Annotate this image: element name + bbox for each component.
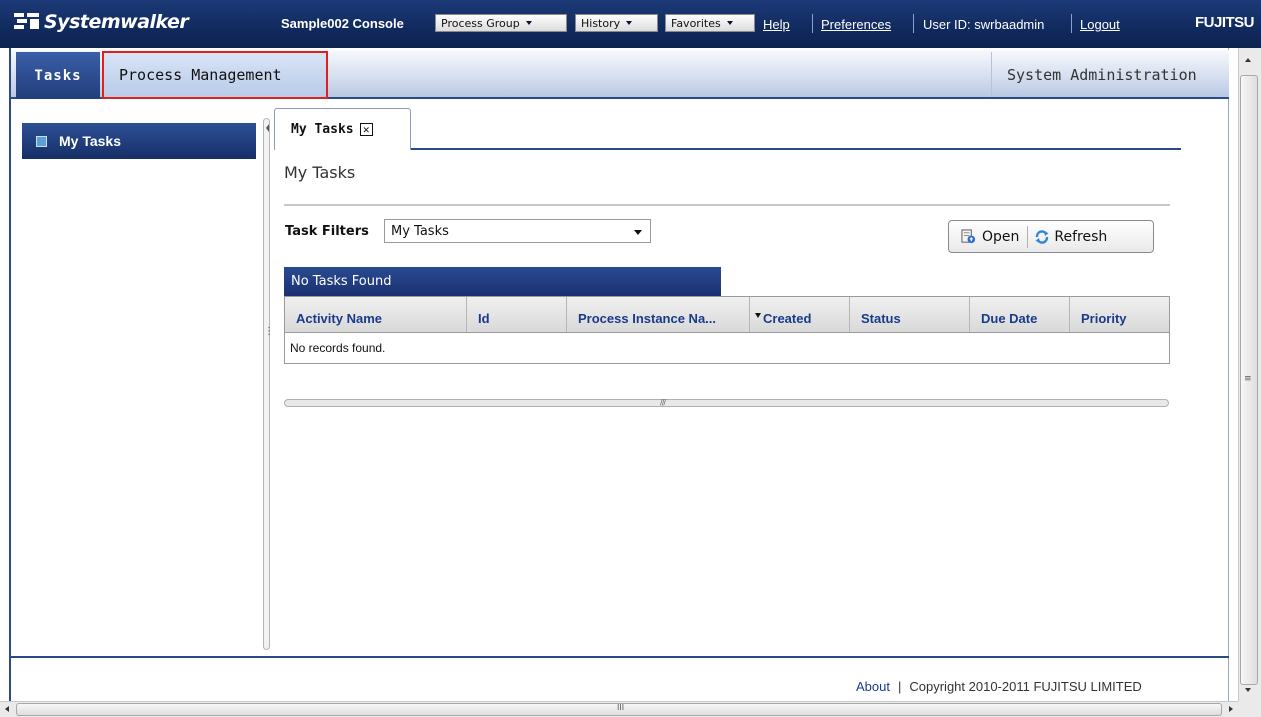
header-divider: [812, 14, 813, 33]
collapse-left-icon[interactable]: [266, 124, 269, 132]
chevron-down-icon: [726, 21, 733, 25]
tab-process-management[interactable]: Process Management: [102, 51, 328, 99]
scroll-right-icon[interactable]: [1229, 706, 1233, 712]
open-button[interactable]: Open: [949, 221, 1027, 252]
systemwalker-logo: Systemwalker: [14, 9, 189, 35]
open-doc-icon: [961, 229, 976, 244]
column-header-due-date[interactable]: Due Date: [970, 297, 1070, 332]
scroll-grip-icon: ≡: [1244, 374, 1252, 384]
column-label: Activity Name: [296, 311, 382, 326]
splitter-grip-icon: ⋮: [264, 326, 274, 337]
fujitsu-logo: FUJITSU: [1195, 14, 1255, 31]
page-title: My Tasks: [284, 163, 356, 182]
scroll-up-icon[interactable]: [1245, 58, 1251, 62]
chevron-down-icon: [634, 230, 642, 235]
empty-table-message: No records found.: [290, 341, 386, 355]
panel-splitter[interactable]: [263, 118, 270, 650]
tasks-table: Activity Name Id Process Instance Na... …: [284, 296, 1170, 364]
tab-my-tasks[interactable]: My Tasks ✕: [274, 108, 411, 150]
footer-separator: |: [897, 679, 902, 694]
task-filter-label: Task Filters: [285, 224, 369, 239]
chevron-down-icon: [626, 21, 633, 25]
column-label: Priority: [1081, 311, 1127, 326]
scroll-down-icon[interactable]: [1245, 688, 1251, 692]
tab-tasks[interactable]: Tasks: [16, 52, 100, 99]
sort-descending-icon: [755, 313, 761, 318]
column-header-created[interactable]: Created: [750, 297, 850, 332]
grid-status-bar: No Tasks Found: [284, 267, 721, 296]
favorites-menu[interactable]: Favorites: [665, 14, 755, 32]
chevron-down-icon: [525, 21, 532, 25]
square-icon: [36, 135, 47, 147]
history-menu[interactable]: History: [575, 14, 658, 32]
tab-my-tasks-label: My Tasks: [291, 122, 354, 137]
logout-link[interactable]: Logout: [1080, 17, 1120, 32]
table-header-row: Activity Name Id Process Instance Na... …: [285, 297, 1169, 333]
preferences-link[interactable]: Preferences: [821, 17, 891, 32]
refresh-icon: [1035, 229, 1049, 244]
scrollbar-corner: [1238, 701, 1261, 717]
systemwalker-logo-icon: [14, 11, 40, 33]
task-filter-value: My Tasks: [391, 223, 449, 239]
sidebar-item-label: My Tasks: [59, 133, 121, 149]
column-label: Id: [478, 311, 490, 326]
resize-grip-icon: ///: [660, 398, 666, 407]
scroll-left-icon[interactable]: [5, 706, 9, 712]
process-group-menu[interactable]: Process Group: [435, 14, 567, 32]
tab-system-administration[interactable]: System Administration: [991, 52, 1217, 97]
help-link[interactable]: Help: [763, 17, 790, 32]
close-icon[interactable]: ✕: [359, 123, 373, 136]
task-filter-select[interactable]: My Tasks: [384, 219, 651, 243]
column-label: Created: [763, 311, 812, 326]
logo-text: Systemwalker: [44, 11, 189, 33]
column-header-status[interactable]: Status: [850, 297, 970, 332]
history-menu-label: History: [581, 16, 621, 30]
header-divider: [913, 14, 914, 33]
scroll-grip-icon: III: [617, 703, 625, 712]
column-header-priority[interactable]: Priority: [1070, 297, 1169, 332]
about-link[interactable]: About: [856, 679, 890, 694]
favorites-menu-label: Favorites: [671, 16, 721, 30]
refresh-button[interactable]: Refresh: [1028, 221, 1115, 252]
user-id-text: User ID: swrbaadmin: [923, 17, 1045, 32]
column-header-activity-name[interactable]: Activity Name: [285, 297, 467, 332]
column-label: Status: [861, 311, 901, 326]
sidebar-item-my-tasks[interactable]: My Tasks: [22, 123, 256, 159]
refresh-button-label: Refresh: [1054, 228, 1108, 245]
column-label: Due Date: [981, 311, 1038, 326]
copyright-text: Copyright 2010-2011 FUJITSU LIMITED: [909, 679, 1142, 694]
column-label: Process Instance Na...: [578, 311, 717, 326]
task-actions: Open Refresh: [948, 220, 1154, 253]
console-title: Sample002 Console: [281, 16, 404, 31]
process-group-menu-label: Process Group: [441, 16, 520, 30]
tab-underline: [411, 148, 1181, 150]
footer: About | Copyright 2010-2011 FUJITSU LIMITE…: [856, 679, 1142, 694]
column-header-id[interactable]: Id: [467, 297, 567, 332]
open-button-label: Open: [982, 228, 1020, 245]
footer-divider: [11, 656, 1229, 658]
title-divider: [284, 204, 1170, 206]
column-header-process-instance-name[interactable]: Process Instance Na...: [567, 297, 750, 332]
header-divider: [1071, 14, 1072, 33]
grid-resize-bar[interactable]: [284, 399, 1169, 407]
